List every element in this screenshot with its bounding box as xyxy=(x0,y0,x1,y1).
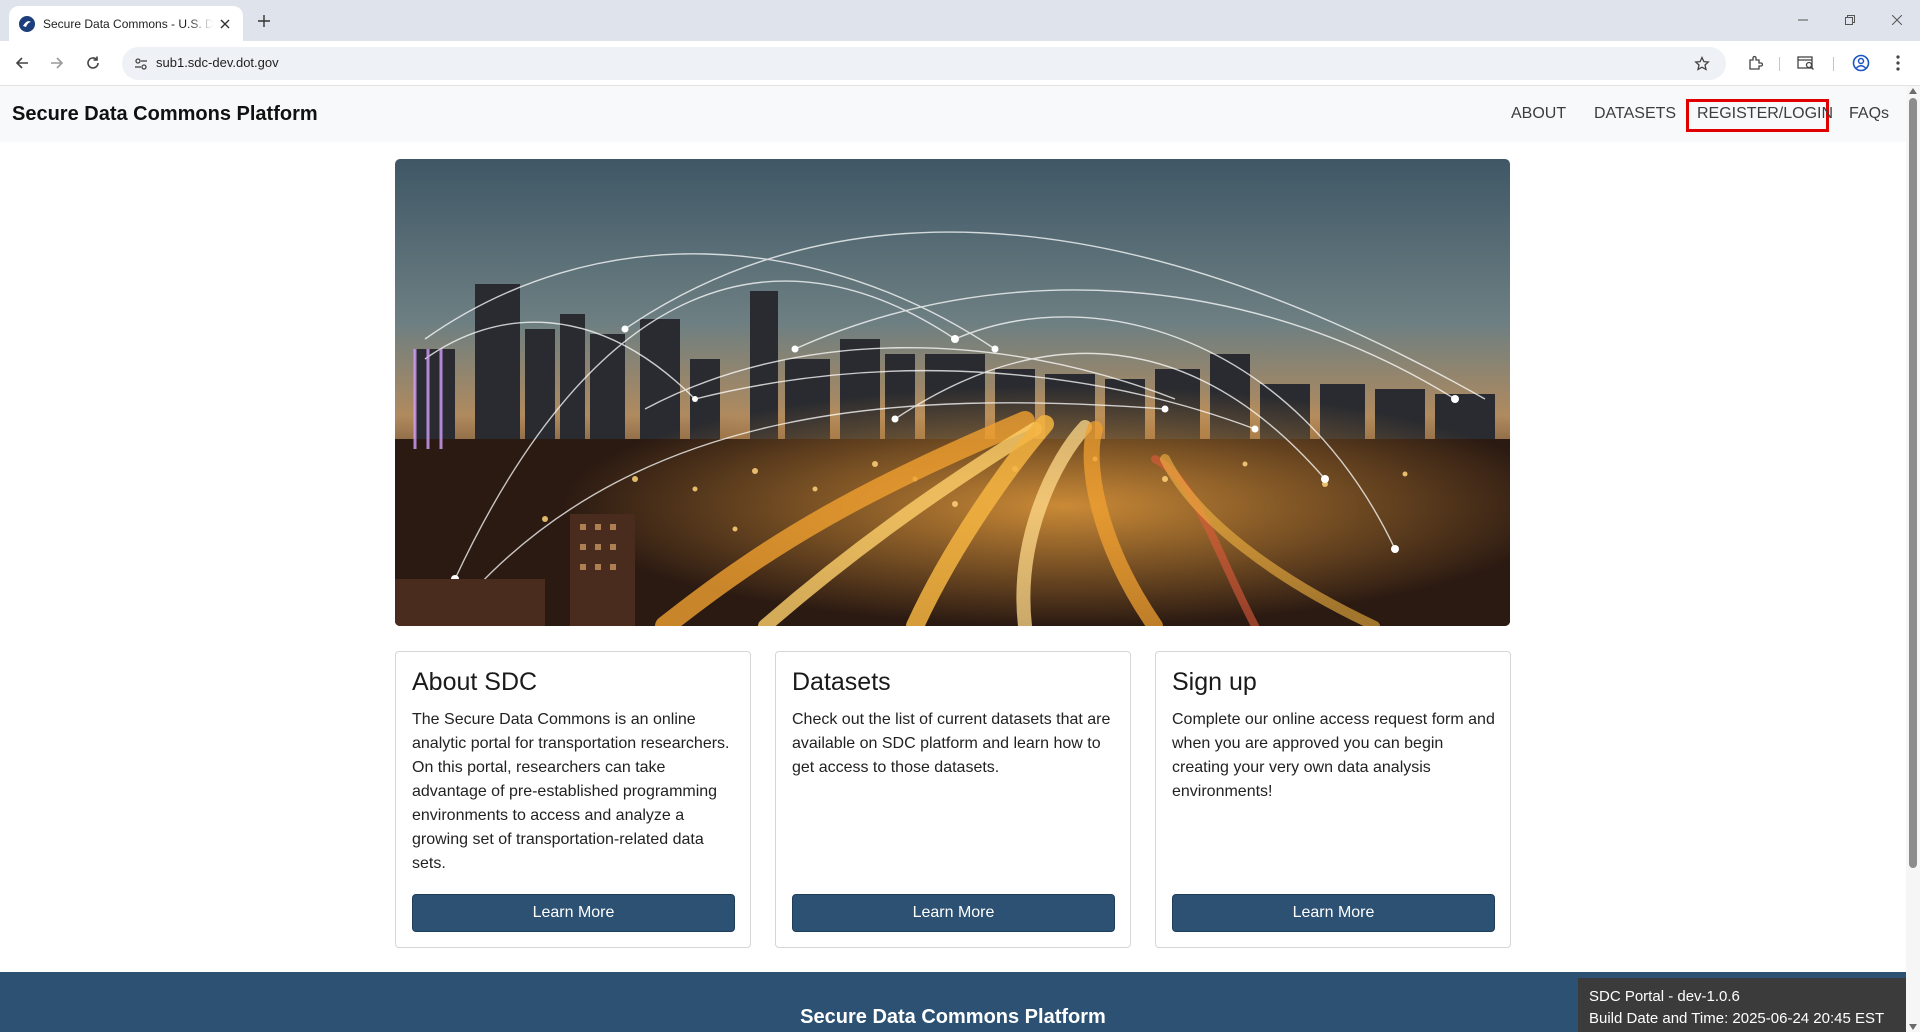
forward-icon[interactable] xyxy=(45,51,69,75)
minimize-icon[interactable] xyxy=(1788,8,1818,32)
profile-icon[interactable] xyxy=(1849,51,1873,75)
build-date: Build Date and Time: 2025-06-24 20:45 ES… xyxy=(1589,1010,1885,1027)
site-settings-icon[interactable] xyxy=(132,55,150,73)
browser-menu-icon[interactable] xyxy=(1886,51,1910,75)
tab-close-icon[interactable] xyxy=(217,16,233,32)
browser-toolbar: sub1.sdc-dev.dot.gov xyxy=(0,41,1920,86)
learn-more-datasets-button[interactable]: Learn More xyxy=(792,894,1115,932)
url-text: sub1.sdc-dev.dot.gov xyxy=(156,55,279,70)
page-scrollbar[interactable] xyxy=(1906,86,1920,1032)
scrollbar-thumb[interactable] xyxy=(1909,98,1917,868)
nav-link-datasets[interactable]: DATASETS xyxy=(1594,105,1676,123)
card-text: The Secure Data Commons is an online ana… xyxy=(412,711,730,872)
toolbar-divider xyxy=(1833,57,1834,71)
scroll-down-arrow-icon[interactable] xyxy=(1909,1024,1917,1030)
address-bar[interactable]: sub1.sdc-dev.dot.gov xyxy=(122,47,1726,80)
back-icon[interactable] xyxy=(10,51,34,75)
restore-icon[interactable] xyxy=(1835,8,1865,32)
build-info-overlay: SDC Portal - dev-1.0.6 Build Date and Ti… xyxy=(1578,978,1906,1032)
toolbar-divider xyxy=(1779,57,1780,71)
card-sign-up: Sign up Complete our online access reque… xyxy=(1155,651,1511,948)
page-viewport: Secure Data Commons Platform ABOUT DATAS… xyxy=(0,86,1906,1032)
learn-more-about-button[interactable]: Learn More xyxy=(412,894,735,932)
card-text: Check out the list of current datasets t… xyxy=(792,711,1111,776)
close-window-icon[interactable] xyxy=(1882,8,1912,32)
browser-tab[interactable]: Secure Data Commons - U.S. Department of… xyxy=(9,6,243,41)
learn-more-signup-button[interactable]: Learn More xyxy=(1172,894,1495,932)
bookmark-star-icon[interactable] xyxy=(1692,54,1712,74)
extensions-icon[interactable] xyxy=(1743,51,1767,75)
card-text: Complete our online access request form … xyxy=(1172,711,1495,800)
dot-favicon-icon xyxy=(19,15,35,32)
card-title: About SDC xyxy=(412,668,538,696)
nav-link-register-login[interactable]: REGISTER/LOGIN xyxy=(1697,105,1833,123)
tab-search-icon[interactable] xyxy=(1794,51,1818,75)
site-navbar: Secure Data Commons Platform ABOUT DATAS… xyxy=(0,86,1906,142)
nav-link-faqs[interactable]: FAQs xyxy=(1849,105,1889,123)
tab-title: Secure Data Commons - U.S. Department of… xyxy=(43,16,213,31)
site-brand[interactable]: Secure Data Commons Platform xyxy=(12,103,318,126)
scroll-up-arrow-icon[interactable] xyxy=(1909,88,1917,94)
nav-link-about[interactable]: ABOUT xyxy=(1511,105,1566,123)
card-datasets: Datasets Check out the list of current d… xyxy=(775,651,1131,948)
card-about-sdc: About SDC The Secure Data Commons is an … xyxy=(395,651,751,948)
card-title: Datasets xyxy=(792,668,891,696)
hero-city-network-image xyxy=(395,159,1510,626)
reload-icon[interactable] xyxy=(81,51,105,75)
build-version: SDC Portal - dev-1.0.6 xyxy=(1589,988,1740,1005)
new-tab-icon[interactable] xyxy=(253,10,275,32)
browser-tab-bar: Secure Data Commons - U.S. Department of… xyxy=(0,0,1920,41)
card-title: Sign up xyxy=(1172,668,1257,696)
